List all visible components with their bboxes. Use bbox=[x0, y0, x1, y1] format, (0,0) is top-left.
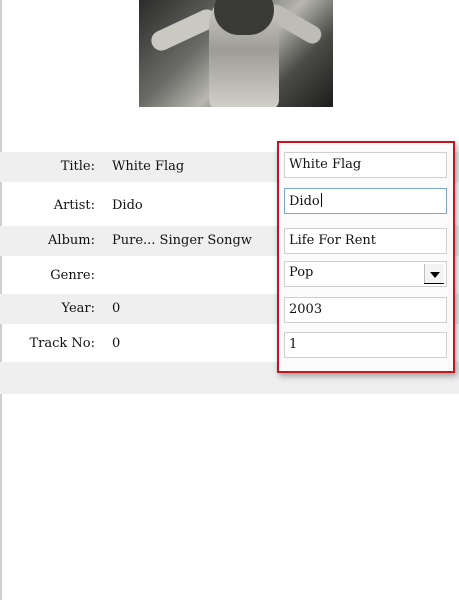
text-caret bbox=[320, 193, 322, 207]
value-artist: Dido bbox=[112, 198, 143, 213]
album-input[interactable]: Life For Rent bbox=[284, 228, 447, 254]
label-year: Year: bbox=[61, 301, 96, 316]
chevron-down-icon[interactable] bbox=[424, 264, 444, 284]
value-album: Pure... Singer Songw bbox=[112, 233, 252, 248]
title-input[interactable]: White Flag bbox=[284, 152, 447, 178]
track-number-input[interactable]: 1 bbox=[284, 332, 447, 358]
tag-edit-panel: White Flag Dido Life For Rent Pop 2003 1 bbox=[277, 141, 455, 373]
value-year: 0 bbox=[112, 301, 121, 316]
label-genre: Genre: bbox=[50, 268, 95, 283]
label-track: Track No: bbox=[29, 336, 95, 351]
genre-select[interactable]: Pop bbox=[284, 261, 447, 287]
label-album: Album: bbox=[48, 233, 95, 248]
artist-input[interactable]: Dido bbox=[284, 188, 447, 214]
label-artist: Artist: bbox=[53, 198, 95, 213]
year-input[interactable]: 2003 bbox=[284, 297, 447, 323]
album-art-image bbox=[139, 0, 333, 107]
value-track: 0 bbox=[112, 336, 121, 351]
value-title: White Flag bbox=[112, 159, 185, 174]
label-title: Title: bbox=[60, 159, 95, 174]
